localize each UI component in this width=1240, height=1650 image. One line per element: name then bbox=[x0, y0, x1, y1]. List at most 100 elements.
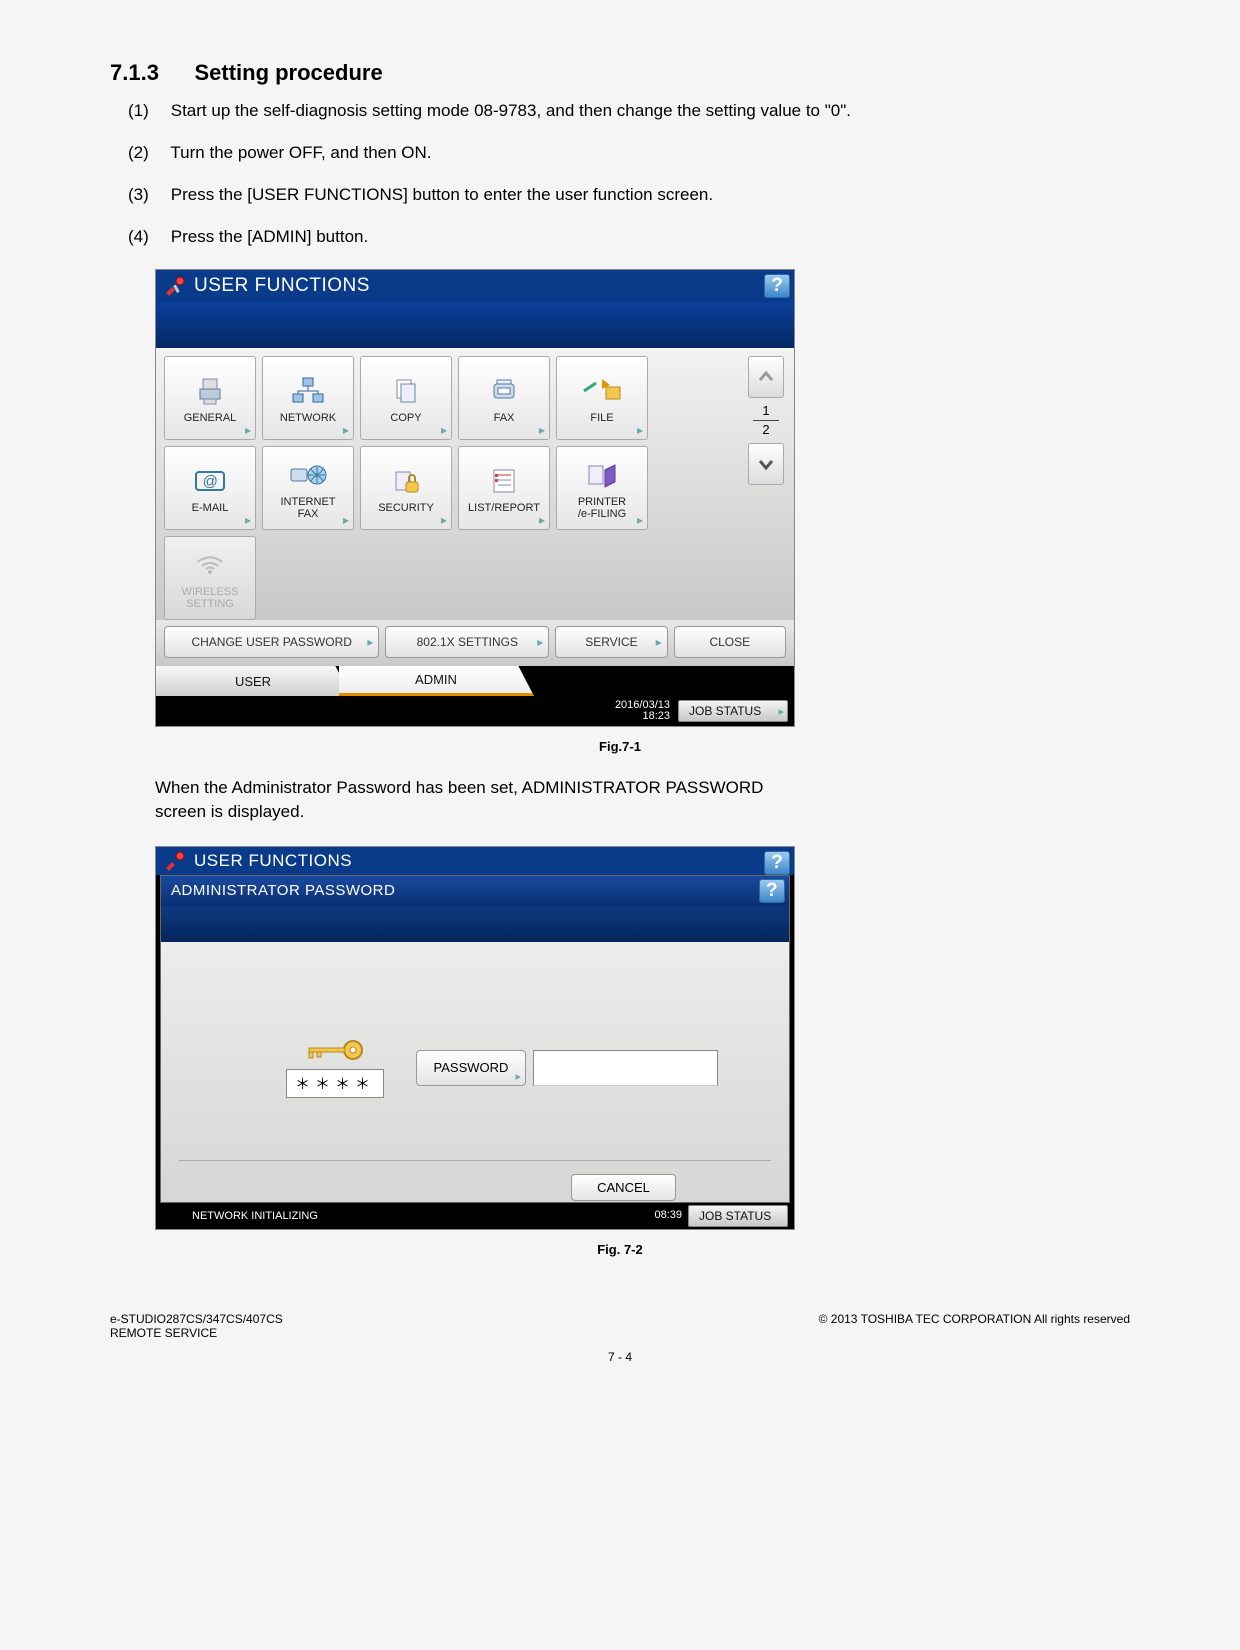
tile-email[interactable]: @ E-MAIL ▸ bbox=[164, 446, 256, 530]
heading-title: Setting procedure bbox=[194, 60, 382, 85]
step-1: (1) Start up the self-diagnosis setting … bbox=[128, 101, 1130, 121]
blue-spacer bbox=[161, 906, 789, 942]
tools-icon bbox=[162, 275, 188, 297]
chevron-right-icon: ▸ bbox=[343, 423, 349, 437]
step-2: (2) Turn the power OFF, and then ON. bbox=[128, 143, 1130, 163]
tile-network[interactable]: NETWORK ▸ bbox=[262, 356, 354, 440]
chevron-right-icon: ▸ bbox=[778, 705, 784, 718]
tile-printer-efiling[interactable]: PRINTER /e-FILING ▸ bbox=[556, 446, 648, 530]
tile-empty bbox=[262, 536, 354, 620]
dialog-body: ＊＊＊＊ PASSWORD ▸ CANCEL bbox=[161, 942, 789, 1202]
figure-7-2-screenshot: USER FUNCTIONS ? ADMINISTRATOR PASSWORD … bbox=[155, 846, 795, 1230]
chevron-right-icon: ▸ bbox=[343, 513, 349, 527]
chevron-right-icon: ▸ bbox=[245, 513, 251, 527]
password-input[interactable] bbox=[533, 1050, 718, 1086]
copy-icon bbox=[391, 373, 421, 409]
step-text: Turn the power OFF, and then ON. bbox=[170, 143, 431, 162]
step-4: (4) Press the [ADMIN] button. bbox=[128, 227, 1130, 247]
button-label: JOB STATUS bbox=[699, 1209, 771, 1223]
figure-caption: Fig. 7-2 bbox=[110, 1242, 1130, 1257]
button-label: JOB STATUS bbox=[689, 704, 761, 718]
tab-admin[interactable]: ADMIN bbox=[339, 666, 534, 696]
tile-file[interactable]: FILE ▸ bbox=[556, 356, 648, 440]
tile-general[interactable]: GENERAL ▸ bbox=[164, 356, 256, 440]
button-label: PASSWORD bbox=[434, 1060, 509, 1075]
step-number: (4) bbox=[128, 227, 166, 247]
tab-label: ADMIN bbox=[415, 672, 457, 687]
tile-internet-fax[interactable]: INTERNET FAX ▸ bbox=[262, 446, 354, 530]
divider-icon bbox=[753, 420, 779, 421]
footer-service: REMOTE SERVICE bbox=[110, 1326, 283, 1340]
blue-spacer bbox=[156, 302, 794, 348]
dialog-titlebar: ADMINISTRATOR PASSWORD ? bbox=[161, 876, 789, 906]
tile-label: COPY bbox=[390, 412, 421, 424]
help-button[interactable]: ? bbox=[764, 851, 790, 875]
time-text: 18:23 bbox=[615, 711, 670, 722]
chevron-right-icon: ▸ bbox=[441, 513, 447, 527]
chevron-right-icon: ▸ bbox=[515, 1070, 521, 1083]
chevron-right-icon: ▸ bbox=[537, 635, 543, 649]
key-icon bbox=[303, 1037, 367, 1067]
step-number: (2) bbox=[128, 143, 166, 163]
tile-wireless: WIRELESS SETTING bbox=[164, 536, 256, 620]
email-icon: @ bbox=[193, 463, 227, 499]
button-label: SERVICE bbox=[585, 635, 637, 649]
key-graphic: ＊＊＊＊ bbox=[286, 1037, 384, 1098]
tile-fax[interactable]: FAX ▸ bbox=[458, 356, 550, 440]
datetime: 2016/03/13 18:23 bbox=[615, 700, 670, 722]
tile-label: INTERNET FAX bbox=[281, 496, 336, 520]
tile-label: E-MAIL bbox=[192, 502, 229, 514]
security-icon bbox=[390, 463, 422, 499]
tile-label: NETWORK bbox=[280, 412, 336, 424]
figure-caption: Fig.7-1 bbox=[110, 739, 1130, 754]
page-current: 1 bbox=[753, 404, 779, 418]
dialog-title: ADMINISTRATOR PASSWORD bbox=[171, 882, 395, 899]
bg-titlebar: USER FUNCTIONS ? bbox=[156, 847, 794, 875]
footer-model: e-STUDIO287CS/347CS/407CS bbox=[110, 1312, 283, 1326]
job-status-button[interactable]: JOB STATUS ▸ bbox=[678, 700, 788, 722]
8021x-settings-button[interactable]: 802.1X SETTINGS ▸ bbox=[385, 626, 549, 658]
status-footer: NETWORK INITIALIZING 08:39 JOB STATUS bbox=[156, 1203, 794, 1229]
page-total: 2 bbox=[753, 423, 779, 437]
close-button[interactable]: CLOSE bbox=[674, 626, 786, 658]
tile-copy[interactable]: COPY ▸ bbox=[360, 356, 452, 440]
network-status: NETWORK INITIALIZING bbox=[192, 1210, 318, 1222]
page-number: 7 - 4 bbox=[110, 1350, 1130, 1364]
step-text: Press the [USER FUNCTIONS] button to ent… bbox=[171, 185, 713, 204]
help-button[interactable]: ? bbox=[764, 274, 790, 298]
svg-text:@: @ bbox=[202, 473, 217, 490]
page-scroll-column: 1 2 bbox=[746, 356, 786, 620]
cancel-button[interactable]: CANCEL bbox=[571, 1174, 676, 1201]
button-label: CLOSE bbox=[709, 635, 750, 649]
step-text: Press the [ADMIN] button. bbox=[171, 227, 368, 246]
section-heading: 7.1.3 Setting procedure bbox=[110, 60, 1130, 86]
step-number: (1) bbox=[128, 101, 166, 121]
tools-icon bbox=[162, 850, 188, 872]
tile-grid-area: GENERAL ▸ NETWORK ▸ COPY ▸ bbox=[156, 348, 794, 620]
chevron-right-icon: ▸ bbox=[539, 423, 545, 437]
tab-label: USER bbox=[235, 674, 271, 689]
tile-list-report[interactable]: LIST/REPORT ▸ bbox=[458, 446, 550, 530]
tile-label: FILE bbox=[590, 412, 613, 424]
page-up-button[interactable] bbox=[748, 356, 784, 398]
service-button[interactable]: SERVICE ▸ bbox=[555, 626, 667, 658]
change-user-password-button[interactable]: CHANGE USER PASSWORD ▸ bbox=[164, 626, 379, 658]
chevron-right-icon: ▸ bbox=[441, 423, 447, 437]
window-titlebar: USER FUNCTIONS ? bbox=[156, 270, 794, 302]
tile-security[interactable]: SECURITY ▸ bbox=[360, 446, 452, 530]
page-down-button[interactable] bbox=[748, 443, 784, 485]
list-icon bbox=[489, 463, 519, 499]
heading-number: 7.1.3 bbox=[110, 60, 190, 86]
help-button[interactable]: ? bbox=[759, 879, 785, 903]
page-indicator: 1 2 bbox=[753, 404, 779, 437]
tile-label: LIST/REPORT bbox=[468, 502, 540, 514]
step-3: (3) Press the [USER FUNCTIONS] button to… bbox=[128, 185, 1130, 205]
password-button[interactable]: PASSWORD ▸ bbox=[416, 1050, 526, 1086]
chevron-right-icon: ▸ bbox=[367, 635, 373, 649]
mid-button-row: CHANGE USER PASSWORD ▸ 802.1X SETTINGS ▸… bbox=[156, 620, 794, 666]
network-icon bbox=[290, 373, 326, 409]
tab-user[interactable]: USER bbox=[156, 666, 351, 696]
printer-icon bbox=[194, 373, 226, 409]
chevron-down-icon bbox=[757, 455, 775, 473]
job-status-button[interactable]: JOB STATUS bbox=[688, 1205, 788, 1227]
